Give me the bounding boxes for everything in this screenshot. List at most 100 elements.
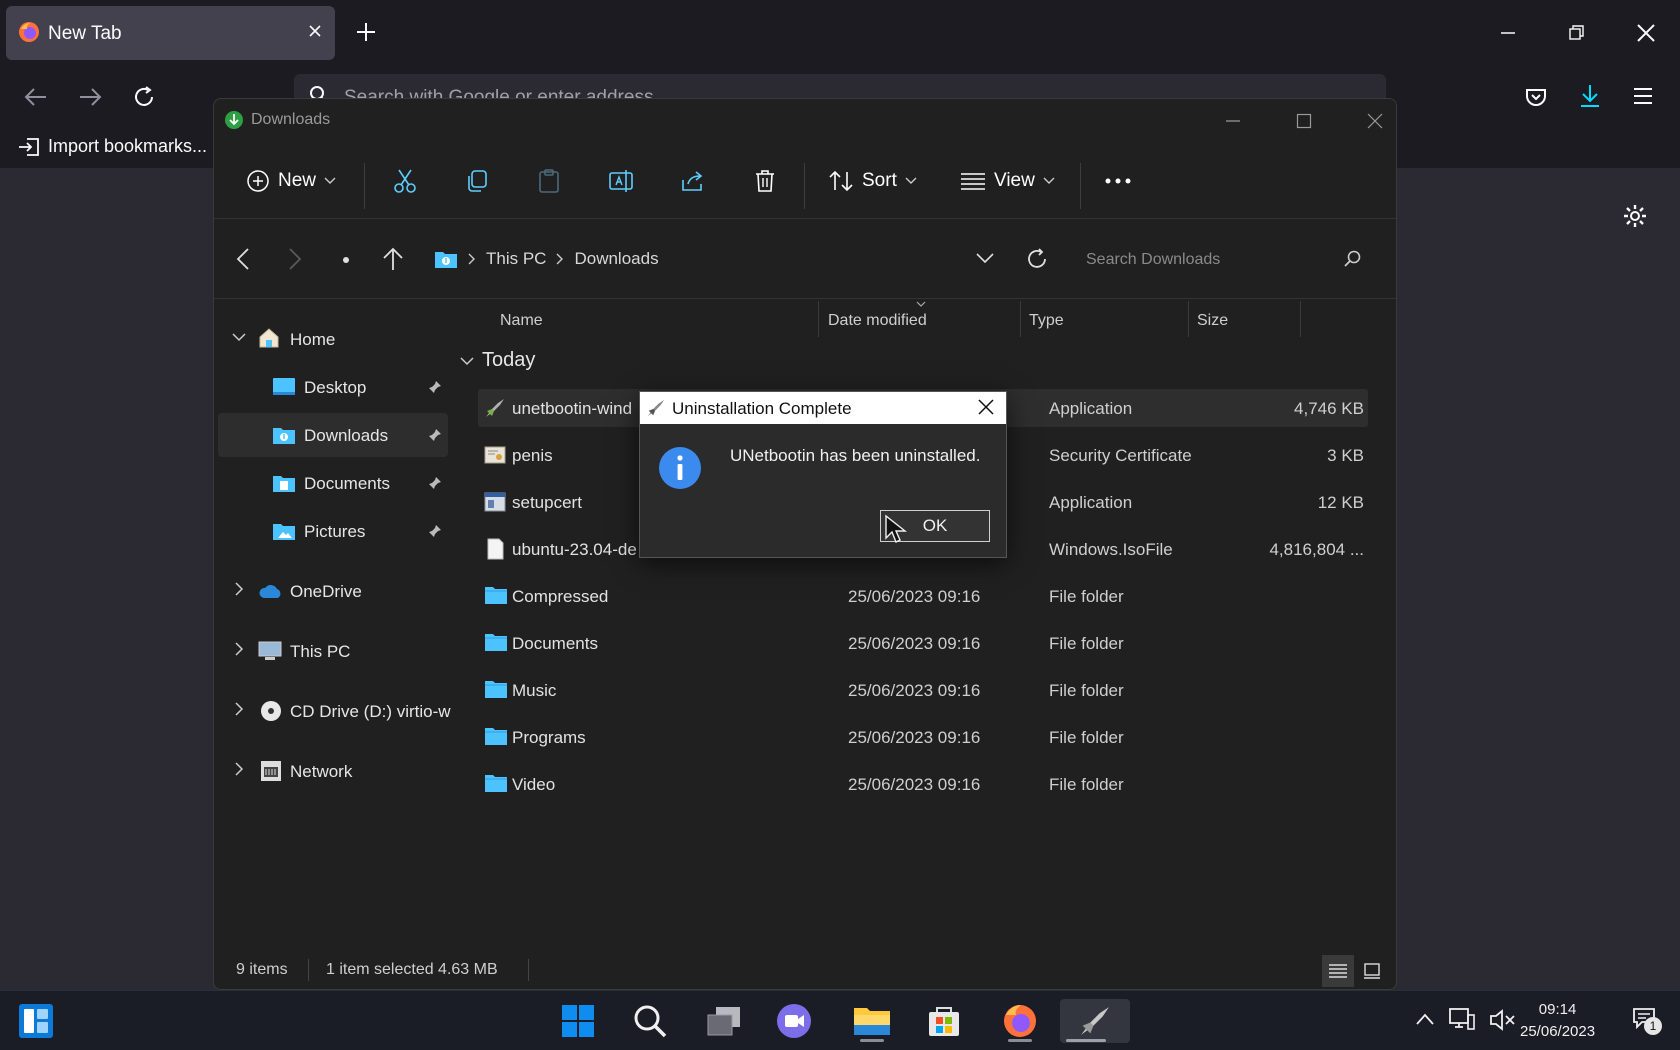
browser-tab[interactable]: New Tab (6, 6, 335, 60)
refresh-icon[interactable] (1026, 248, 1048, 270)
microsoft-store-icon[interactable] (918, 999, 970, 1043)
column-divider[interactable] (1020, 301, 1021, 337)
column-divider[interactable] (1188, 301, 1189, 337)
close-icon[interactable] (1360, 107, 1390, 135)
nav-item-onedrive[interactable]: OneDrive (218, 569, 448, 613)
tiles-view-icon[interactable] (1356, 955, 1388, 987)
selection-info: 1 item selected 4.63 MB (326, 961, 498, 978)
taskbar-clock[interactable]: 09:14 25/06/2023 (1520, 999, 1595, 1043)
view-button[interactable]: View (960, 165, 1055, 197)
documents-folder-icon (272, 472, 296, 494)
table-row[interactable]: Compressed 25/06/2023 09:16 File folder (478, 577, 1368, 615)
file-size: 4,746 KB (1294, 399, 1364, 418)
details-view-icon[interactable] (1322, 955, 1354, 987)
clock-time: 09:14 (1538, 1001, 1577, 1018)
toolbar-divider (364, 163, 365, 209)
reload-icon[interactable] (132, 85, 156, 109)
nav-item-home[interactable]: Home (218, 317, 448, 361)
nav-item-this-pc[interactable]: This PC (218, 629, 448, 673)
back-arrow-icon[interactable] (24, 86, 48, 108)
recent-locations-icon[interactable] (342, 256, 350, 264)
downloads-icon[interactable] (1578, 83, 1602, 109)
minimize-icon[interactable] (1218, 107, 1248, 135)
group-header-today[interactable]: Today (460, 349, 535, 372)
more-options-icon[interactable] (1104, 165, 1132, 197)
close-icon[interactable] (978, 399, 994, 415)
forward-arrow-icon[interactable] (78, 86, 102, 108)
nav-item-downloads[interactable]: Downloads (218, 413, 448, 457)
forward-icon[interactable] (288, 247, 302, 271)
import-bookmarks-button[interactable]: Import bookmarks... (18, 136, 207, 157)
back-icon[interactable] (236, 247, 250, 271)
nav-item-desktop[interactable]: Desktop (218, 365, 448, 409)
chevron-up-icon[interactable] (1416, 1013, 1434, 1025)
chat-icon[interactable] (768, 999, 820, 1043)
menu-icon[interactable] (1632, 86, 1654, 106)
table-row[interactable]: Documents 25/06/2023 09:16 File folder (478, 624, 1368, 662)
file-name: Video (512, 775, 556, 794)
nav-item-pictures[interactable]: Pictures (218, 509, 448, 553)
cut-icon[interactable] (392, 165, 418, 197)
notification-count-badge: 1 (1644, 1017, 1662, 1035)
status-divider (308, 959, 309, 981)
table-row[interactable]: Music 25/06/2023 09:16 File folder (478, 671, 1368, 709)
start-windows-icon[interactable] (552, 999, 604, 1043)
file-name: penis (512, 446, 553, 465)
nav-item-documents[interactable]: Documents (218, 461, 448, 505)
chevron-right-icon (234, 582, 244, 596)
close-window-icon[interactable] (1612, 0, 1680, 66)
column-header-type[interactable]: Type (1029, 312, 1064, 330)
restore-icon[interactable] (1542, 0, 1610, 66)
task-view-icon[interactable] (698, 999, 750, 1043)
toolbar-divider (804, 163, 805, 209)
copy-icon[interactable] (464, 165, 490, 197)
nav-item-cd-drive[interactable]: CD Drive (D:) virtio-w (218, 689, 451, 733)
delete-icon[interactable] (752, 165, 778, 197)
column-header-name[interactable]: Name (500, 312, 543, 330)
column-divider[interactable] (818, 301, 819, 337)
unetbootin-taskbar-icon[interactable] (1060, 999, 1130, 1043)
firefox-icon[interactable] (994, 999, 1046, 1043)
status-divider (528, 959, 529, 981)
address-bar-row: This PC Downloads Search Downloads (214, 219, 1396, 299)
rename-icon[interactable] (608, 165, 636, 197)
file-explorer-icon[interactable] (846, 999, 898, 1043)
volume-muted-icon[interactable] (1488, 1007, 1516, 1033)
table-row[interactable]: Video 25/06/2023 09:16 File folder (478, 765, 1368, 803)
pictures-folder-icon (272, 520, 296, 542)
breadcrumb-downloads[interactable]: Downloads (574, 249, 658, 269)
minimize-icon[interactable] (1474, 0, 1542, 66)
paste-icon[interactable] (536, 165, 562, 197)
sort-button[interactable]: Sort (828, 165, 917, 197)
table-row[interactable]: Programs 25/06/2023 09:16 File folder (478, 718, 1368, 756)
breadcrumb-separator-icon (468, 253, 476, 265)
downloads-folder-icon (272, 424, 296, 446)
group-label: Today (482, 349, 536, 371)
search-downloads-input[interactable]: Search Downloads (1074, 239, 1374, 279)
pin-icon (428, 380, 442, 394)
column-divider[interactable] (1300, 301, 1301, 337)
file-type: File folder (1049, 775, 1124, 794)
maximize-icon[interactable] (1289, 107, 1319, 135)
gear-icon[interactable] (1622, 203, 1648, 229)
new-label: New (278, 170, 317, 191)
up-arrow-icon[interactable] (382, 247, 404, 271)
network-status-icon[interactable] (1448, 1007, 1476, 1033)
search-icon[interactable] (624, 999, 676, 1043)
column-header-date[interactable]: Date modified (828, 312, 927, 330)
share-icon[interactable] (680, 165, 706, 197)
breadcrumb-this-pc[interactable]: This PC (486, 249, 546, 269)
close-tab-icon[interactable] (307, 23, 323, 39)
explorer-title: Downloads (251, 111, 331, 128)
column-header-size[interactable]: Size (1197, 312, 1228, 330)
new-button[interactable]: New (246, 165, 336, 197)
new-tab-icon[interactable] (354, 20, 378, 44)
nav-item-network[interactable]: Network (218, 749, 448, 793)
file-type: Application (1049, 493, 1133, 512)
downloads-location-icon (434, 248, 458, 270)
file-name: unetbootin-wind (512, 399, 633, 418)
pocket-icon[interactable] (1524, 85, 1548, 109)
address-history-chevron-icon[interactable] (976, 253, 994, 265)
file-size: 3 KB (1327, 446, 1364, 465)
widgets-icon[interactable] (18, 1003, 54, 1039)
